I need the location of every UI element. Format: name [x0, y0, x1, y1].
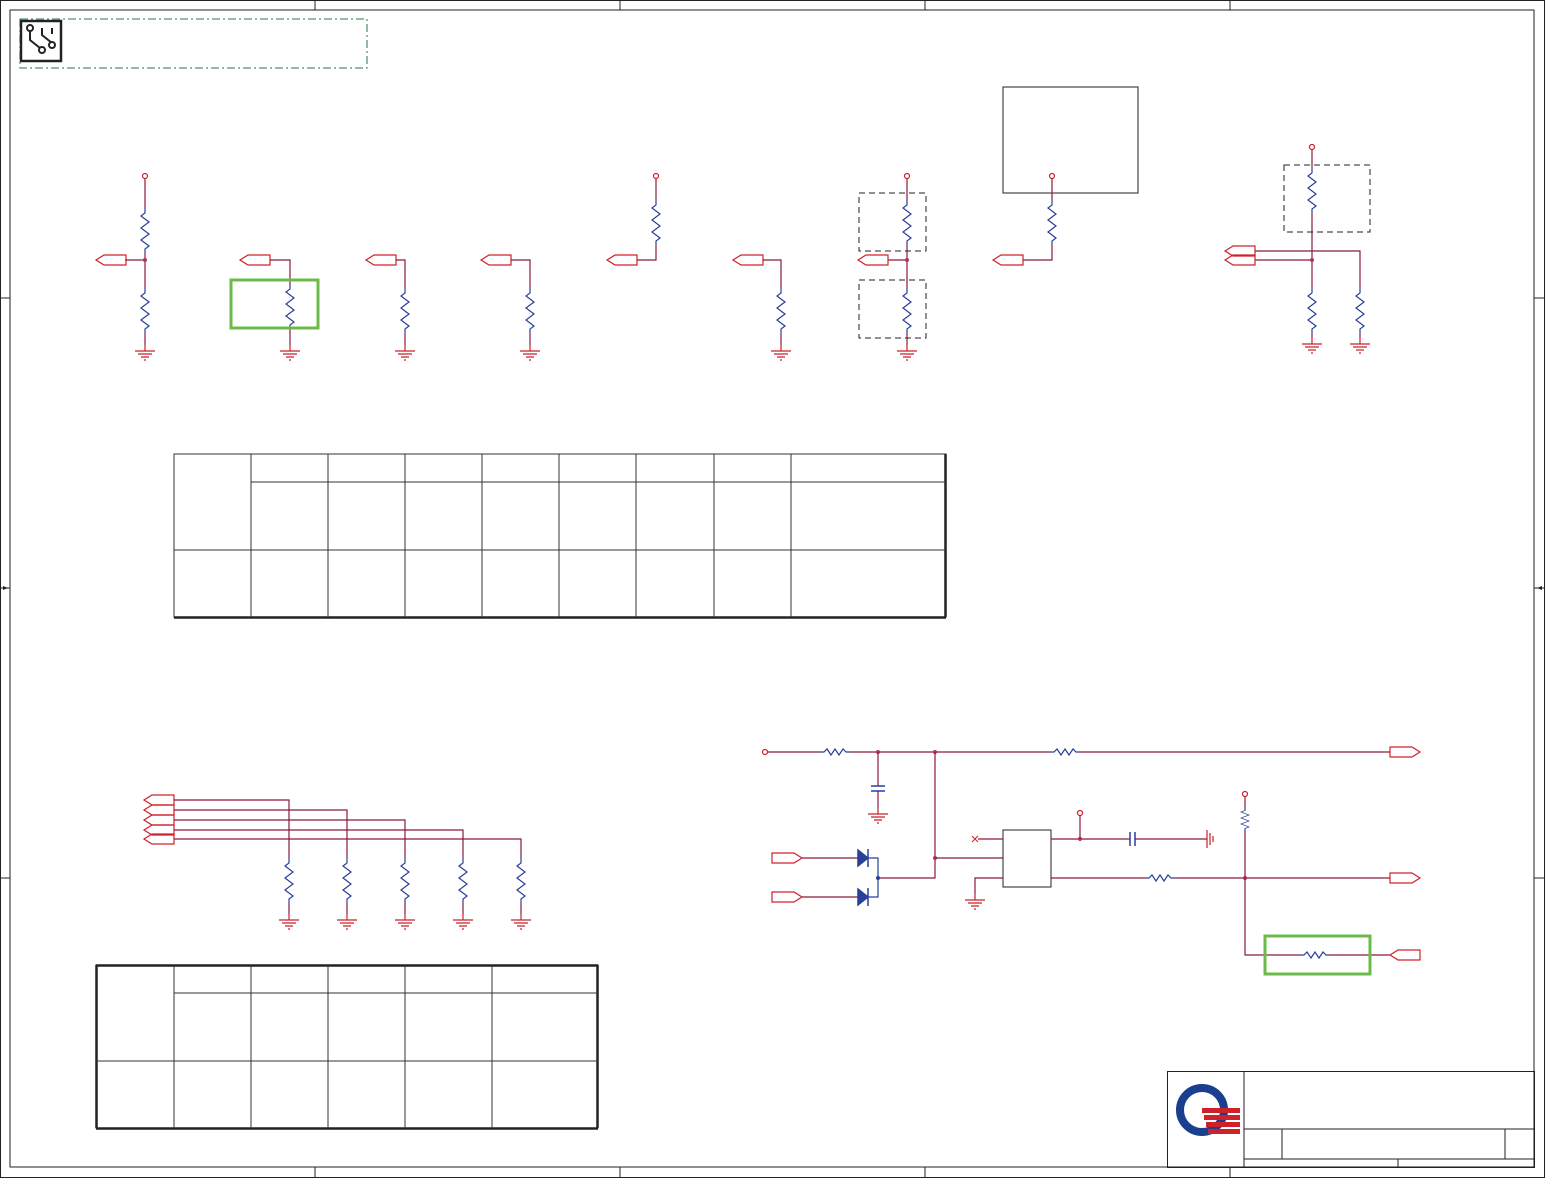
title-block	[1167, 1071, 1535, 1168]
company-logo-icon	[1176, 1084, 1240, 1136]
strap-pulldown-6	[732, 254, 792, 361]
sheet-frame	[0, 0, 1545, 1178]
strap-table-2	[95, 964, 599, 1130]
circuit-board-icon	[19, 19, 63, 63]
strap-block-8	[992, 86, 1139, 266]
component-block	[1002, 86, 1139, 194]
strap-pulldown-3	[365, 254, 416, 361]
schematic-sheet	[0, 0, 1545, 1178]
regulator-ic	[1002, 829, 1052, 888]
strap-dual-9	[1224, 143, 1371, 354]
strap-divider-1	[95, 172, 156, 361]
strap-pullup-5	[606, 172, 661, 266]
strap-divider-7	[857, 172, 927, 361]
strap-bus-group	[143, 794, 532, 930]
power-circuit	[761, 746, 1421, 976]
highlight-box-1	[229, 278, 320, 330]
strap-pulldown-4	[480, 254, 541, 361]
strap-pulldown-2	[229, 254, 320, 361]
strap-table-1	[173, 453, 947, 619]
header-area	[19, 18, 368, 69]
